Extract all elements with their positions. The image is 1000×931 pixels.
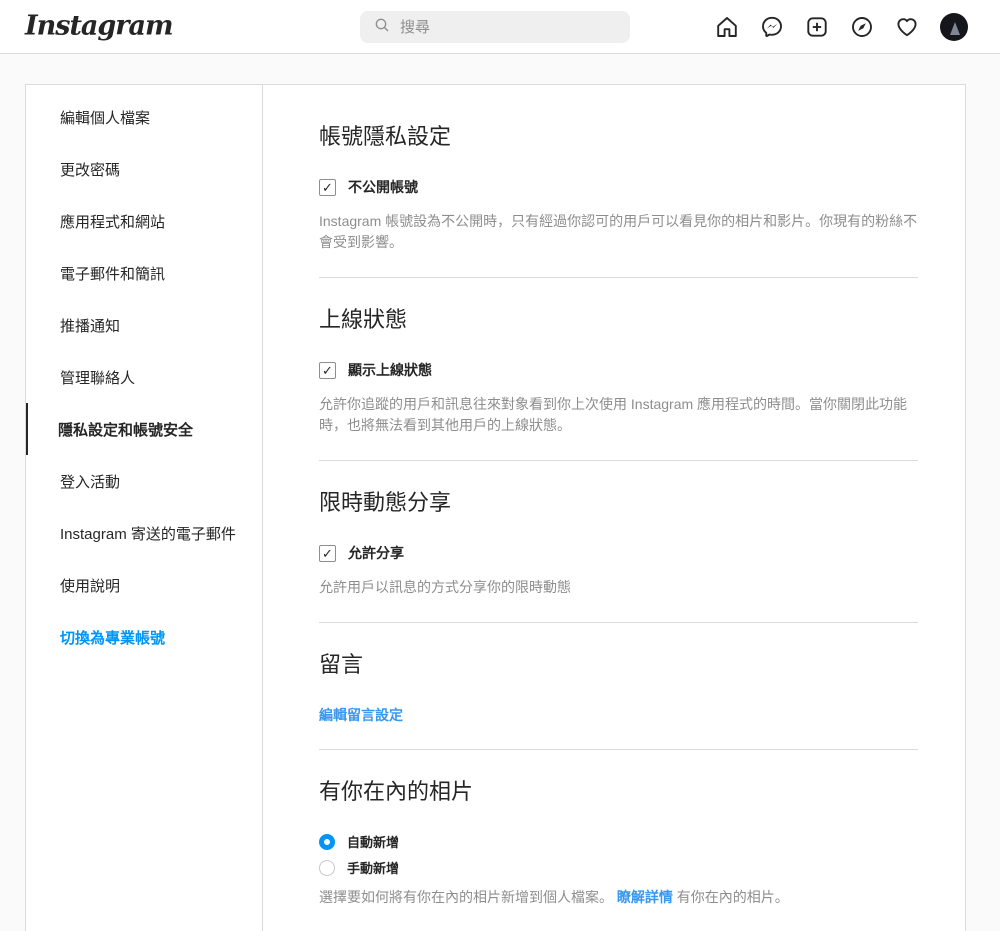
activity-status-checkbox-row[interactable]: ✓ 顯示上線狀態 [319, 360, 432, 380]
section-title-photos-of-you: 有你在內的相片 [319, 779, 474, 804]
home-icon[interactable] [715, 15, 739, 39]
edit-comment-settings-link[interactable]: 編輯留言設定 [319, 707, 403, 723]
sidebar-item-email-sms[interactable]: 電子郵件和簡訊 [26, 247, 262, 299]
section-story-sharing: 限時動態分享 ✓ 允許分享 允許用戶以訊息的方式分享你的限時動態 [319, 485, 918, 598]
explore-icon[interactable] [850, 15, 874, 39]
search-box[interactable] [360, 11, 630, 43]
story-sharing-checkbox-row[interactable]: ✓ 允許分享 [319, 543, 404, 563]
new-post-icon[interactable] [805, 15, 829, 39]
private-account-description: Instagram 帳號設為不公開時，只有經過你認可的用戶可以看見你的相片和影片… [319, 213, 918, 250]
profile-avatar[interactable] [940, 13, 968, 41]
checkbox-checked-icon[interactable]: ✓ [319, 361, 336, 379]
sidebar-item-apps-websites[interactable]: 應用程式和網站 [26, 195, 262, 247]
photos-description-before: 選擇要如何將有你在內的相片新增到個人檔案。 [319, 889, 617, 905]
checkbox-checked-icon[interactable]: ✓ [319, 544, 336, 562]
radio-unselected-icon[interactable] [319, 859, 335, 876]
section-photos-of-you: 有你在內的相片 自動新增 手動新增 選擇要如何將有你在內的相片新增到個人檔案。 … [319, 774, 918, 908]
nav-icon-group [715, 0, 968, 54]
activity-status-label: 顯示上線狀態 [348, 362, 432, 378]
search-input[interactable] [400, 18, 616, 36]
section-activity-status: 上線狀態 ✓ 顯示上線狀態 允許你追蹤的用戶和訊息往來對象看到你上次使用 Ins… [319, 302, 918, 436]
add-manually-radio-row[interactable]: 手動新增 [319, 858, 399, 877]
section-account-privacy: 帳號隱私設定 ✓ 不公開帳號 Instagram 帳號設為不公開時，只有經過你認… [319, 119, 918, 253]
photos-of-you-description: 選擇要如何將有你在內的相片新增到個人檔案。 瞭解詳情 有你在內的相片。 [319, 887, 918, 908]
instagram-logo[interactable]: Instagram [25, 10, 174, 41]
sidebar-item-emails-from-instagram[interactable]: Instagram 寄送的電子郵件 [26, 507, 262, 559]
sidebar-item-manage-contacts[interactable]: 管理聯絡人 [26, 351, 262, 403]
learn-more-link[interactable]: 瞭解詳情 [617, 889, 673, 905]
add-automatically-label: 自動新增 [347, 835, 400, 850]
private-account-label: 不公開帳號 [348, 179, 418, 195]
photos-description-after: 有你在內的相片。 [676, 889, 789, 905]
search-icon [374, 17, 390, 38]
section-title-activity-status: 上線狀態 [319, 307, 408, 332]
section-comments: 留言 編輯留言設定 [319, 647, 918, 725]
top-navbar: Instagram [0, 0, 1000, 54]
private-account-checkbox-row[interactable]: ✓ 不公開帳號 [319, 177, 418, 197]
messenger-icon[interactable] [760, 15, 784, 39]
section-title-story-sharing: 限時動態分享 [319, 490, 452, 515]
story-sharing-label: 允許分享 [348, 545, 404, 561]
settings-card: 編輯個人檔案 更改密碼 應用程式和網站 電子郵件和簡訊 推播通知 管理聯絡人 隱… [25, 84, 966, 931]
add-manually-label: 手動新增 [347, 861, 400, 876]
sidebar-item-change-password[interactable]: 更改密碼 [26, 143, 262, 195]
activity-heart-icon[interactable] [895, 15, 919, 39]
checkbox-checked-icon[interactable]: ✓ [319, 178, 336, 196]
radio-selected-icon[interactable] [319, 833, 335, 850]
section-divider [319, 622, 918, 623]
privacy-settings-panel: 帳號隱私設定 ✓ 不公開帳號 Instagram 帳號設為不公開時，只有經過你認… [263, 85, 965, 931]
section-divider [319, 277, 918, 278]
settings-sidebar: 編輯個人檔案 更改密碼 應用程式和網站 電子郵件和簡訊 推播通知 管理聯絡人 隱… [26, 85, 263, 931]
sidebar-item-edit-profile[interactable]: 編輯個人檔案 [26, 91, 262, 143]
sidebar-item-switch-professional[interactable]: 切換為專業帳號 [26, 611, 262, 663]
section-title-account-privacy: 帳號隱私設定 [319, 124, 452, 149]
section-divider [319, 460, 918, 461]
sidebar-item-push-notifications[interactable]: 推播通知 [26, 299, 262, 351]
add-automatically-radio-row[interactable]: 自動新增 [319, 832, 399, 851]
sidebar-item-privacy-security[interactable]: 隱私設定和帳號安全 [26, 403, 262, 455]
activity-status-description: 允許你追蹤的用戶和訊息往來對象看到你上次使用 Instagram 應用程式的時間… [319, 396, 908, 433]
sidebar-item-help[interactable]: 使用說明 [26, 559, 262, 611]
section-divider [319, 749, 918, 750]
section-title-comments: 留言 [319, 652, 364, 677]
story-sharing-description: 允許用戶以訊息的方式分享你的限時動態 [319, 579, 571, 595]
sidebar-item-login-activity[interactable]: 登入活動 [26, 455, 262, 507]
